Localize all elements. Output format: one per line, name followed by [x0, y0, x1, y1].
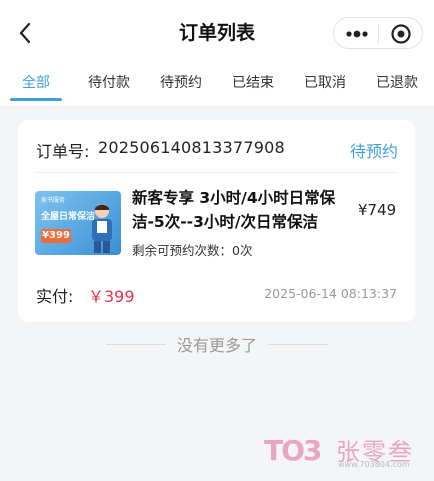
watermark-url: www.703804.com — [338, 460, 410, 469]
cleaner-person-icon — [92, 204, 112, 253]
watermark: TO3 张零叁 www.703804.com — [264, 430, 424, 474]
order-status: 待预约 — [349, 142, 398, 161]
order-card[interactable]: 订单号: 202506140813377908 待预约 家书服务 全屋日常保洁 … — [18, 120, 415, 322]
target-icon — [391, 24, 411, 44]
close-mini-program-button[interactable] — [390, 23, 412, 45]
order-number: 202506140813377908 — [98, 138, 285, 157]
watermark-logo: TO3 — [264, 434, 322, 467]
thumb-price: ¥399 — [41, 229, 71, 243]
divider-right — [268, 344, 328, 345]
order-header: 订单号: 202506140813377908 待预约 — [36, 138, 398, 162]
order-tabs: 全部 待付款 待预约 已结束 已取消 已退款 — [0, 66, 434, 106]
no-more-indicator: 没有更多了 — [0, 332, 434, 358]
active-tab-indicator — [10, 98, 62, 101]
remaining-bookings: 剩余可预约次数：0次 — [132, 243, 253, 258]
tab-finished[interactable]: 已结束 — [232, 72, 274, 92]
tab-cancelled[interactable]: 已取消 — [304, 72, 346, 92]
paid-label: 实付: — [36, 287, 74, 306]
order-time: 2025-06-14 08:13:37 — [264, 286, 397, 301]
divider — [36, 172, 398, 173]
tab-pending-payment[interactable]: 待付款 — [88, 72, 130, 92]
nav-bar: 订单列表 — [0, 0, 434, 66]
tab-all[interactable]: 全部 — [22, 72, 50, 92]
tab-pending-booking[interactable]: 待预约 — [160, 72, 202, 92]
order-number-label: 订单号: — [36, 142, 90, 161]
capsule-divider — [378, 25, 379, 43]
thumb-brand: 家书服务 — [41, 197, 66, 204]
mini-program-capsule — [333, 17, 423, 49]
no-more-text: 没有更多了 — [176, 336, 257, 355]
product-price: ¥749 — [358, 201, 397, 219]
product-thumbnail: 家书服务 全屋日常保洁 ¥399 — [35, 191, 121, 255]
tab-refunded[interactable]: 已退款 — [376, 72, 418, 92]
more-dots-icon — [346, 30, 368, 38]
more-button[interactable] — [344, 25, 370, 43]
paid-amount: ￥399 — [88, 287, 135, 306]
product-name: 新客专享 3小时/4小时日常保洁-5次--3小时/次日常保洁 — [132, 189, 336, 231]
